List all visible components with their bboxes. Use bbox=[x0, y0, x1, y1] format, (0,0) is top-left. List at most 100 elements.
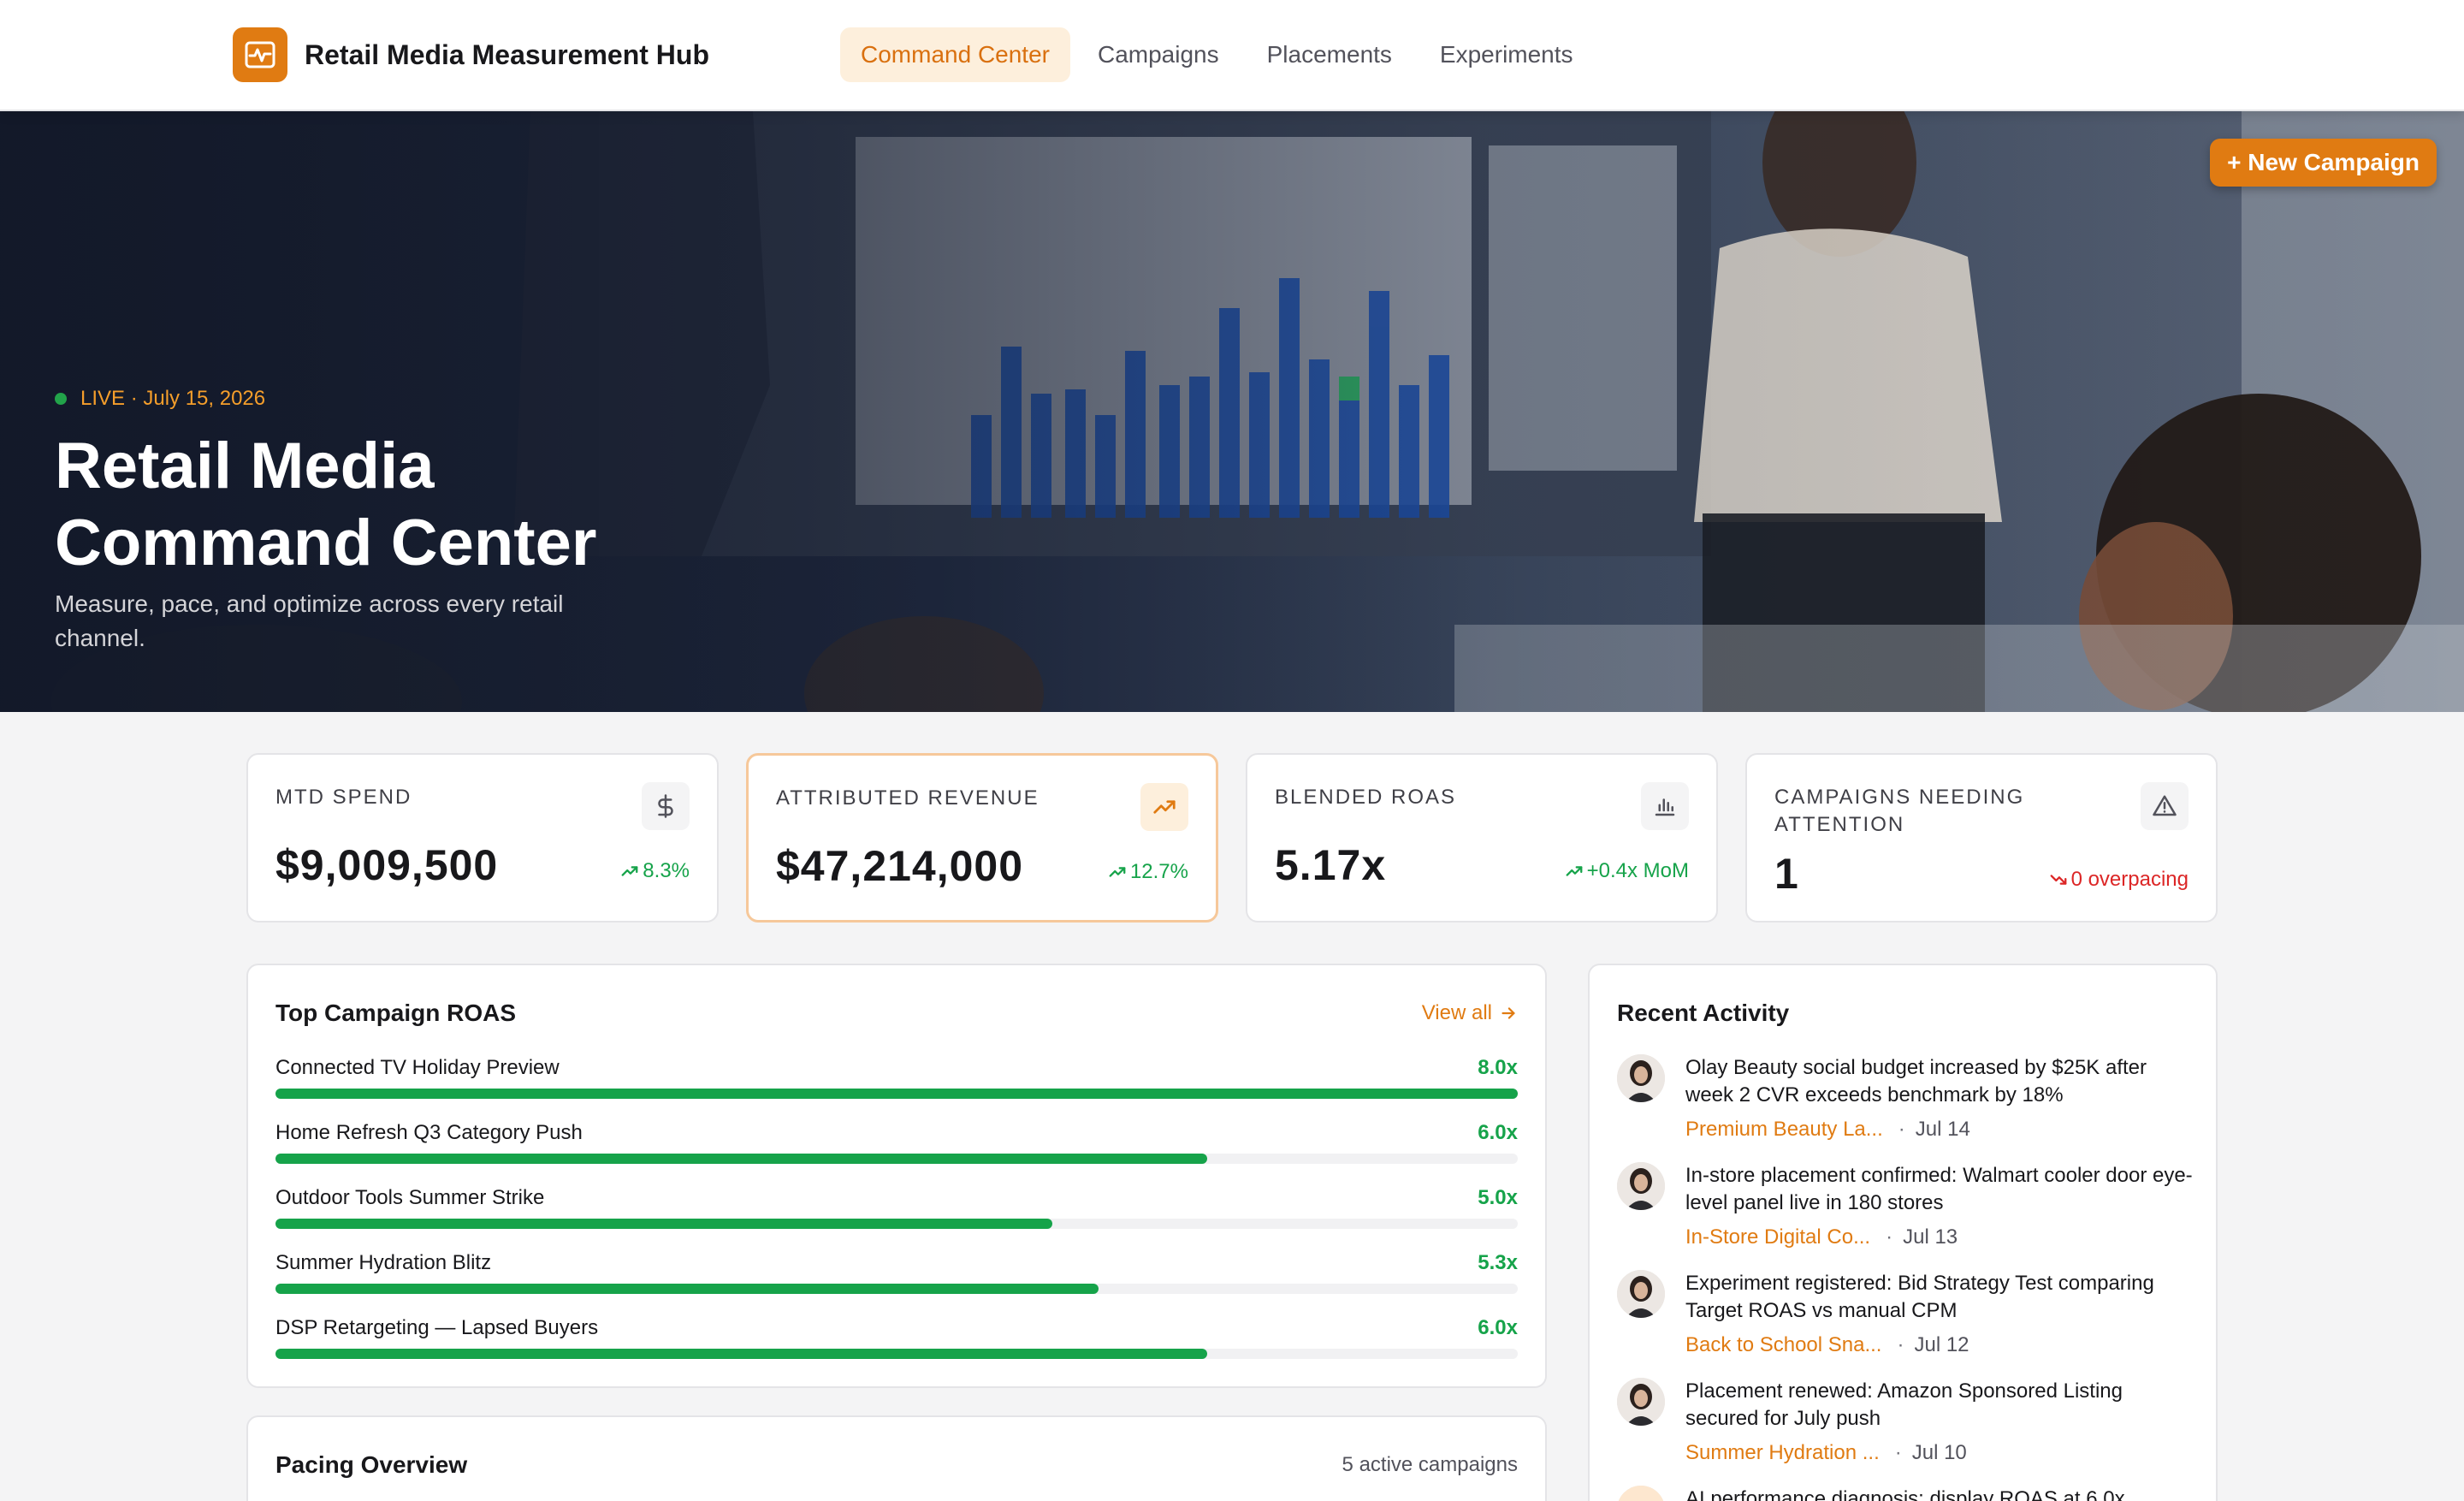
kpi-value: $9,009,500 bbox=[275, 841, 499, 889]
tab-placements[interactable]: Placements bbox=[1247, 27, 1413, 82]
hero-banner: + New Campaign LIVE · July 15, 2026 Reta… bbox=[0, 111, 2464, 712]
campaign-name: Home Refresh Q3 Category Push bbox=[275, 1121, 583, 1144]
avatar bbox=[1617, 1054, 1665, 1102]
page-subtitle: Measure, pace, and optimize across every… bbox=[55, 590, 564, 651]
kpi-label: ATTRIBUTED REVENUE bbox=[776, 786, 1040, 810]
active-campaigns-count: 5 active campaigns bbox=[1342, 1453, 1518, 1476]
kpi-value: $47,214,000 bbox=[776, 842, 1024, 890]
activity-date: Jul 14 bbox=[1915, 1118, 1970, 1141]
campaign-name: Outdoor Tools Summer Strike bbox=[275, 1186, 545, 1209]
roas-bar bbox=[275, 1349, 1207, 1359]
live-status-text: LIVE · July 15, 2026 bbox=[80, 387, 266, 410]
roas-track bbox=[275, 1219, 1518, 1229]
activity-text: Placement renewed: Amazon Sponsored List… bbox=[1685, 1379, 2123, 1430]
activity-item[interactable]: In-store placement confirmed: Walmart co… bbox=[1617, 1162, 2199, 1256]
kpi-card-blended-roas[interactable]: BLENDED ROAS 5.17x +0.4x MoM bbox=[1246, 753, 1718, 923]
trend-up-icon bbox=[1109, 867, 1126, 877]
kpi-delta-text: +0.4x MoM bbox=[1586, 859, 1689, 882]
campaign-name: Summer Hydration Blitz bbox=[275, 1251, 492, 1274]
new-campaign-button[interactable]: + New Campaign bbox=[2210, 139, 2437, 187]
roas-value: 5.3x bbox=[1478, 1251, 1518, 1274]
activity-item[interactable]: Placement renewed: Amazon Sponsored List… bbox=[1617, 1378, 2199, 1472]
top-nav: Retail Media Measurement Hub Command Cen… bbox=[0, 0, 2464, 111]
kpi-card-attributed-revenue[interactable]: ATTRIBUTED REVENUE $47,214,000 12.7% bbox=[746, 753, 1218, 923]
campaign-name: DSP Retargeting — Lapsed Buyers bbox=[275, 1316, 599, 1339]
main-tabs: Command Center Campaigns Placements Expe… bbox=[840, 27, 1594, 82]
kpi-card-mtd-spend[interactable]: MTD SPEND $9,009,500 8.3% bbox=[246, 753, 719, 923]
roas-row[interactable]: Home Refresh Q3 Category Push 6.0x bbox=[275, 1121, 1518, 1172]
kpi-delta: 0 overpacing bbox=[2049, 868, 2189, 892]
kpi-label: MTD SPEND bbox=[275, 786, 412, 809]
avatar bbox=[1617, 1378, 1665, 1426]
activity-date: Jul 10 bbox=[1911, 1441, 1967, 1464]
view-all-link[interactable]: View all bbox=[1422, 1001, 1518, 1025]
roas-row[interactable]: DSP Retargeting — Lapsed Buyers 6.0x bbox=[275, 1316, 1518, 1368]
kpi-delta: 8.3% bbox=[620, 859, 690, 883]
recent-activity-panel: Recent Activity Olay Beauty social budge… bbox=[1588, 964, 2218, 1501]
roas-row[interactable]: Connected TV Holiday Preview 8.0x bbox=[275, 1056, 1518, 1107]
kpi-value: 1 bbox=[1774, 850, 1799, 898]
activity-campaign-link[interactable]: Premium Beauty La... bbox=[1685, 1118, 1883, 1142]
avatar bbox=[1617, 1270, 1665, 1318]
roas-track bbox=[275, 1154, 1518, 1164]
pacing-overview-panel: Pacing Overview 5 active campaigns bbox=[246, 1415, 1547, 1501]
kpi-delta-text: 0 overpacing bbox=[2070, 868, 2189, 891]
kpi-delta: +0.4x MoM bbox=[1565, 859, 1689, 883]
roas-value: 5.0x bbox=[1478, 1186, 1518, 1209]
live-status: LIVE · July 15, 2026 bbox=[55, 387, 265, 411]
roas-track bbox=[275, 1089, 1518, 1099]
activity-meta: Summer Hydration ... · Jul 10 bbox=[1685, 1441, 1967, 1465]
kpi-delta: 12.7% bbox=[1108, 860, 1188, 884]
activity-item[interactable]: AI performance diagnosis: display ROAS a… bbox=[1617, 1486, 2199, 1501]
pulse-logo-icon bbox=[233, 27, 287, 82]
trend-up-icon bbox=[1566, 866, 1583, 876]
app-name: Retail Media Measurement Hub bbox=[305, 39, 709, 70]
activity-item[interactable]: Olay Beauty social budget increased by $… bbox=[1617, 1054, 2199, 1148]
tab-command-center[interactable]: Command Center bbox=[840, 27, 1070, 82]
activity-text: Olay Beauty social budget increased by $… bbox=[1685, 1056, 2147, 1106]
live-dot-icon bbox=[55, 393, 67, 405]
roas-row[interactable]: Summer Hydration Blitz 5.3x bbox=[275, 1251, 1518, 1302]
trend-down-icon bbox=[2050, 875, 2066, 885]
activity-text: In-store placement confirmed: Walmart co… bbox=[1685, 1164, 2193, 1214]
avatar bbox=[1617, 1162, 1665, 1210]
trend-up-icon bbox=[621, 866, 638, 876]
separator-dot: · bbox=[1898, 1118, 1905, 1141]
roas-row[interactable]: Outdoor Tools Summer Strike 5.0x bbox=[275, 1186, 1518, 1237]
avatar bbox=[1617, 1486, 1665, 1501]
kpi-card-campaigns-needing-attention[interactable]: CAMPAIGNS NEEDING ATTENTION 1 0 overpaci… bbox=[1745, 753, 2218, 923]
activity-date: Jul 12 bbox=[1914, 1333, 1969, 1356]
separator-dot: · bbox=[1886, 1225, 1893, 1249]
activity-campaign-link[interactable]: In-Store Digital Co... bbox=[1685, 1225, 1870, 1249]
kpi-value: 5.17x bbox=[1275, 841, 1387, 889]
roas-bar bbox=[275, 1284, 1099, 1294]
campaign-name: Connected TV Holiday Preview bbox=[275, 1056, 560, 1079]
activity-date: Jul 13 bbox=[1903, 1225, 1958, 1249]
brand[interactable]: Retail Media Measurement Hub bbox=[233, 27, 709, 82]
kpi-label: BLENDED ROAS bbox=[1275, 786, 1457, 809]
roas-value: 8.0x bbox=[1478, 1056, 1518, 1079]
activity-meta: Back to School Sna... · Jul 12 bbox=[1685, 1333, 1969, 1357]
activity-item[interactable]: Experiment registered: Bid Strategy Test… bbox=[1617, 1270, 2199, 1364]
kpi-delta-text: 12.7% bbox=[1129, 860, 1188, 883]
warning-icon bbox=[2141, 782, 2189, 830]
activity-campaign-link[interactable]: Summer Hydration ... bbox=[1685, 1441, 1880, 1465]
kpi-delta-text: 8.3% bbox=[643, 859, 690, 882]
roas-track bbox=[275, 1284, 1518, 1294]
kpi-label: CAMPAIGNS NEEDING ATTENTION bbox=[1774, 786, 2025, 836]
top-campaign-roas-panel: Top Campaign ROAS View all Connected TV … bbox=[246, 964, 1547, 1388]
activity-text: AI performance diagnosis: display ROAS a… bbox=[1685, 1487, 2125, 1501]
activity-campaign-link[interactable]: Back to School Sna... bbox=[1685, 1333, 1881, 1357]
page-title: Retail Media Command Center bbox=[55, 430, 597, 579]
roas-bar bbox=[275, 1089, 1518, 1099]
separator-dot: · bbox=[1897, 1333, 1904, 1356]
panel-title: Recent Activity bbox=[1617, 1000, 1790, 1026]
activity-text: Experiment registered: Bid Strategy Test… bbox=[1685, 1272, 2154, 1322]
tab-campaigns[interactable]: Campaigns bbox=[1077, 27, 1240, 82]
bar-chart-icon bbox=[1641, 782, 1689, 830]
roas-bar bbox=[275, 1219, 1052, 1229]
tab-experiments[interactable]: Experiments bbox=[1419, 27, 1594, 82]
roas-value: 6.0x bbox=[1478, 1121, 1518, 1144]
panel-title: Top Campaign ROAS bbox=[275, 1000, 517, 1026]
activity-meta: Premium Beauty La... · Jul 14 bbox=[1685, 1118, 1970, 1142]
